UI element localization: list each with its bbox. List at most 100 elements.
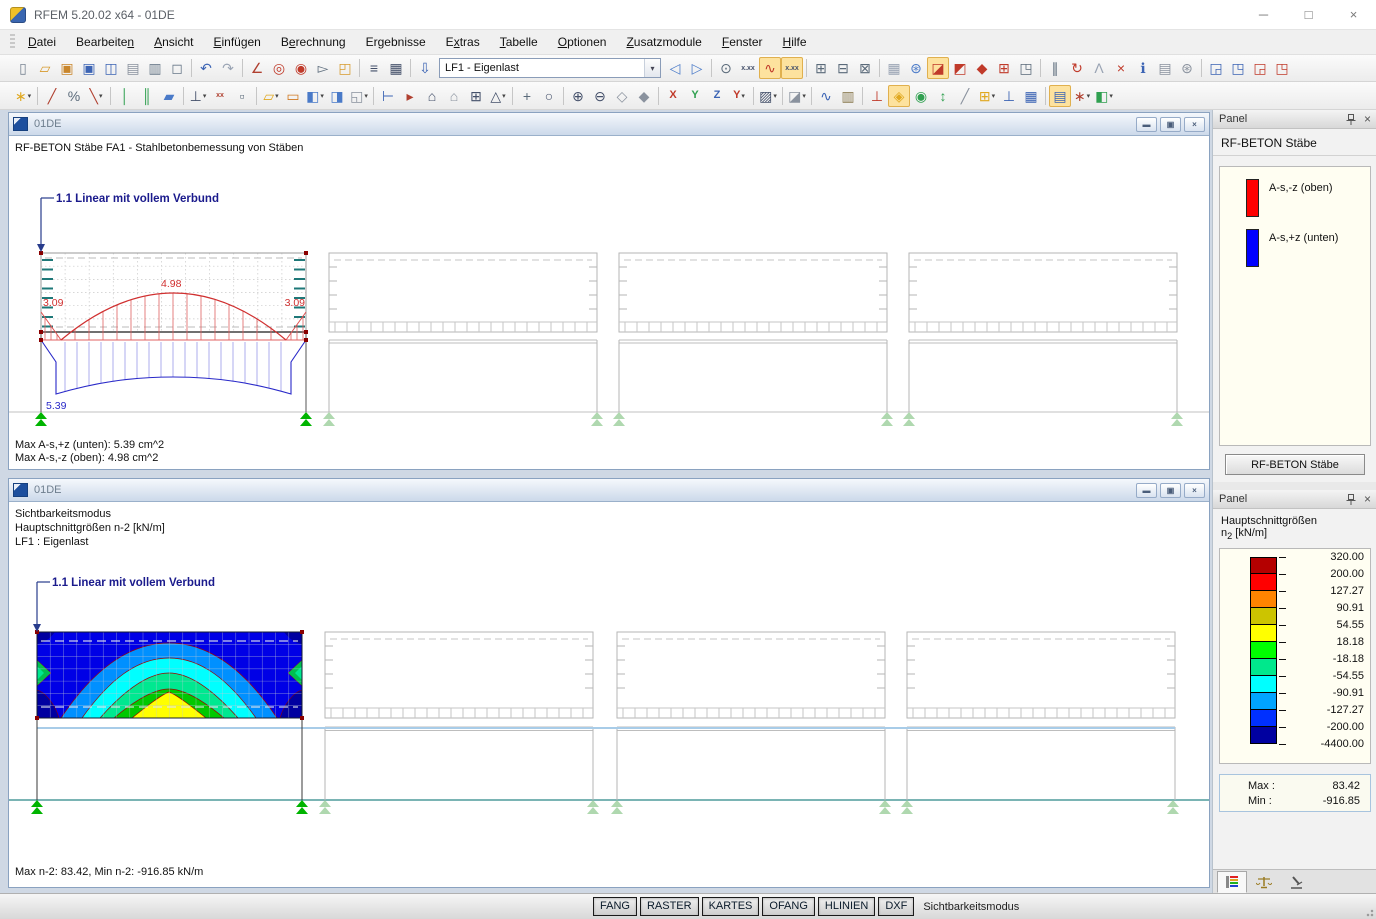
pin-icon[interactable] <box>1346 113 1356 125</box>
combobox-dropdown-icon[interactable]: ▾ <box>644 59 660 77</box>
load-case-combobox[interactable]: LF1 - Eigenlast ▾ <box>439 58 661 78</box>
menu-ansicht[interactable]: Ansicht <box>144 30 203 54</box>
section-horizontal-button[interactable]: ◆ <box>971 57 993 79</box>
save-button[interactable]: ◫ <box>100 57 122 79</box>
viewport-2-canvas[interactable]: 1.1 Linear mit vollem Verbund Sichtbarke… <box>9 502 1209 887</box>
model-info-button[interactable]: ℹ <box>1132 57 1154 79</box>
new-node-dropdown[interactable]: ▾ <box>28 92 32 100</box>
work-plane-button[interactable]: ▨ ▾ <box>757 85 779 107</box>
open-project-button[interactable]: ▣ <box>56 57 78 79</box>
minimize-button[interactable]: ▬ <box>1136 116 1157 132</box>
divide-line-button[interactable]: % <box>63 85 85 107</box>
menu-extras[interactable]: Extras <box>436 30 490 54</box>
print-button[interactable]: ▥ <box>144 57 166 79</box>
delete-results-button[interactable]: × <box>1110 57 1132 79</box>
tab-color-scale[interactable] <box>1217 871 1247 893</box>
print-preview-button[interactable]: ◻ <box>166 57 188 79</box>
close-button[interactable]: × <box>1184 116 1205 132</box>
window-layout-dropdown[interactable]: ▾ <box>992 92 996 100</box>
status-toggle-raster[interactable]: RASTER <box>639 897 699 916</box>
tables-button[interactable]: ≡ <box>363 57 385 79</box>
comment-button[interactable]: ▤ <box>1154 57 1176 79</box>
menu-fenster[interactable]: Fenster <box>712 30 773 54</box>
redo-button[interactable]: ↷ <box>217 57 239 79</box>
resize-grip[interactable] <box>1364 907 1374 917</box>
special-selection-button[interactable]: + <box>516 85 538 107</box>
pick-object-button[interactable]: ▻ <box>312 57 334 79</box>
fe-mesh-settings-button[interactable]: ⊛ <box>905 57 927 79</box>
generate-roof-dropdown[interactable]: ▾ <box>502 92 506 100</box>
menu-berechnung[interactable]: Berechnung <box>271 30 356 54</box>
new-polyline-button[interactable]: ╲ ▾ <box>85 85 107 107</box>
select-surface-dropdown[interactable]: ▾ <box>275 92 279 100</box>
next-load-case-button[interactable]: ▷ <box>686 57 708 79</box>
color-scale-dropdown[interactable]: ▾ <box>1109 92 1113 100</box>
generate-roof-button[interactable]: △ ▾ <box>487 85 509 107</box>
view-in-minus-y-dropdown[interactable]: ▾ <box>741 92 745 100</box>
menu-optionen[interactable]: Optionen <box>548 30 617 54</box>
open-model-button[interactable]: ▱ <box>34 57 56 79</box>
menu-hilfe[interactable]: Hilfe <box>773 30 817 54</box>
new-member-button[interactable]: │ <box>114 85 136 107</box>
zoom-out-button[interactable]: ⊖ <box>589 85 611 107</box>
smooth-results-button[interactable]: ╱ <box>954 85 976 107</box>
menu-ergebnisse[interactable]: Ergebnisse <box>356 30 436 54</box>
restore-button[interactable]: ▣ <box>1160 482 1181 498</box>
menu-zusatzmodule[interactable]: Zusatzmodule <box>616 30 711 54</box>
minimize-button[interactable]: ─ <box>1241 0 1286 30</box>
work-plane-dropdown[interactable]: ▾ <box>773 92 777 100</box>
status-toggle-fang[interactable]: FANG <box>593 897 637 916</box>
view-in-y-button[interactable]: Y <box>684 85 706 107</box>
export-graphic-2-button[interactable]: ◳ <box>1271 57 1293 79</box>
view-in-x-button[interactable]: X <box>662 85 684 107</box>
close-icon[interactable]: × <box>1364 493 1371 505</box>
import-graphic-2-button[interactable]: ◳ <box>1227 57 1249 79</box>
viewport-2-titlebar[interactable]: 01DE ▬ ▣ × <box>9 479 1209 502</box>
close-button[interactable]: × <box>1331 0 1376 30</box>
results-contour-button[interactable]: ◈ <box>888 84 910 107</box>
window-layout-button[interactable]: ⊞ ▾ <box>976 85 998 107</box>
mass-printout-button[interactable]: ⊠ <box>854 57 876 79</box>
generate-grid-button[interactable]: ⊞ <box>465 85 487 107</box>
new-window-button[interactable]: ◰ <box>334 57 356 79</box>
new-node-button[interactable]: ∗ ▾ <box>12 85 34 107</box>
tab-filter[interactable] <box>1281 871 1311 893</box>
print-graphic-button[interactable]: ⊞ <box>810 57 832 79</box>
import-graphic-1-button[interactable]: ◲ <box>1205 57 1227 79</box>
select-surface-button[interactable]: ▱ ▾ <box>260 85 282 107</box>
connect-members-button[interactable]: ⊢ <box>377 85 399 107</box>
display-settings-dropdown[interactable]: ▾ <box>1087 92 1091 100</box>
display-settings-button[interactable]: ∗ ▾ <box>1071 85 1093 107</box>
menu-datei[interactable]: Datei <box>18 30 66 54</box>
export-graphic-1-button[interactable]: ◲ <box>1249 57 1271 79</box>
clipping-plane-button[interactable]: ◳ <box>1015 57 1037 79</box>
new-opening-button[interactable]: ▭ <box>282 85 304 107</box>
menu-tabelle[interactable]: Tabelle <box>490 30 548 54</box>
minimize-button[interactable]: ▬ <box>1136 482 1157 498</box>
show-results-button[interactable]: ∿ <box>759 57 781 79</box>
prev-load-case-button[interactable]: ◁ <box>664 57 686 79</box>
program-options-button[interactable]: ⊛ <box>1176 57 1198 79</box>
new-solid-node-button[interactable]: ◨ <box>326 85 348 107</box>
generate-model-button[interactable]: ▸ <box>399 85 421 107</box>
previous-view-button[interactable]: ◆ <box>633 85 655 107</box>
show-loads-button[interactable]: ⊙ <box>715 57 737 79</box>
color-scale-button[interactable]: ◧ ▾ <box>1093 85 1115 107</box>
paste-button[interactable]: ▤ <box>122 57 144 79</box>
save-all-button[interactable]: ▣ <box>78 57 100 79</box>
cut-section-button[interactable]: ∥ <box>1044 57 1066 79</box>
section-grid-button[interactable]: ⊞ <box>993 57 1015 79</box>
new-surface-button[interactable]: ▰ <box>158 85 180 107</box>
mirror-model-button[interactable]: Λ <box>1088 57 1110 79</box>
rotate-view-button[interactable]: ↻ <box>1066 57 1088 79</box>
copy-objects-button[interactable]: ◱ ▾ <box>348 85 370 107</box>
menu-einf-gen[interactable]: Einfügen <box>203 30 270 54</box>
results-on-surfaces-button[interactable]: ◉ <box>910 85 932 107</box>
new-solid-button[interactable]: ◧ ▾ <box>304 85 326 107</box>
section-vertical-button[interactable]: ◩ <box>949 57 971 79</box>
status-toggle-kartes[interactable]: KARTES <box>701 897 760 916</box>
restore-button[interactable]: ▣ <box>1160 116 1181 132</box>
new-support-dropdown[interactable]: ▾ <box>203 92 207 100</box>
table-grid-button[interactable]: ▦ <box>385 57 407 79</box>
viewport-1-canvas[interactable]: 1.1 Linear mit vollem Verbund 4.98 3.09 … <box>9 136 1209 469</box>
